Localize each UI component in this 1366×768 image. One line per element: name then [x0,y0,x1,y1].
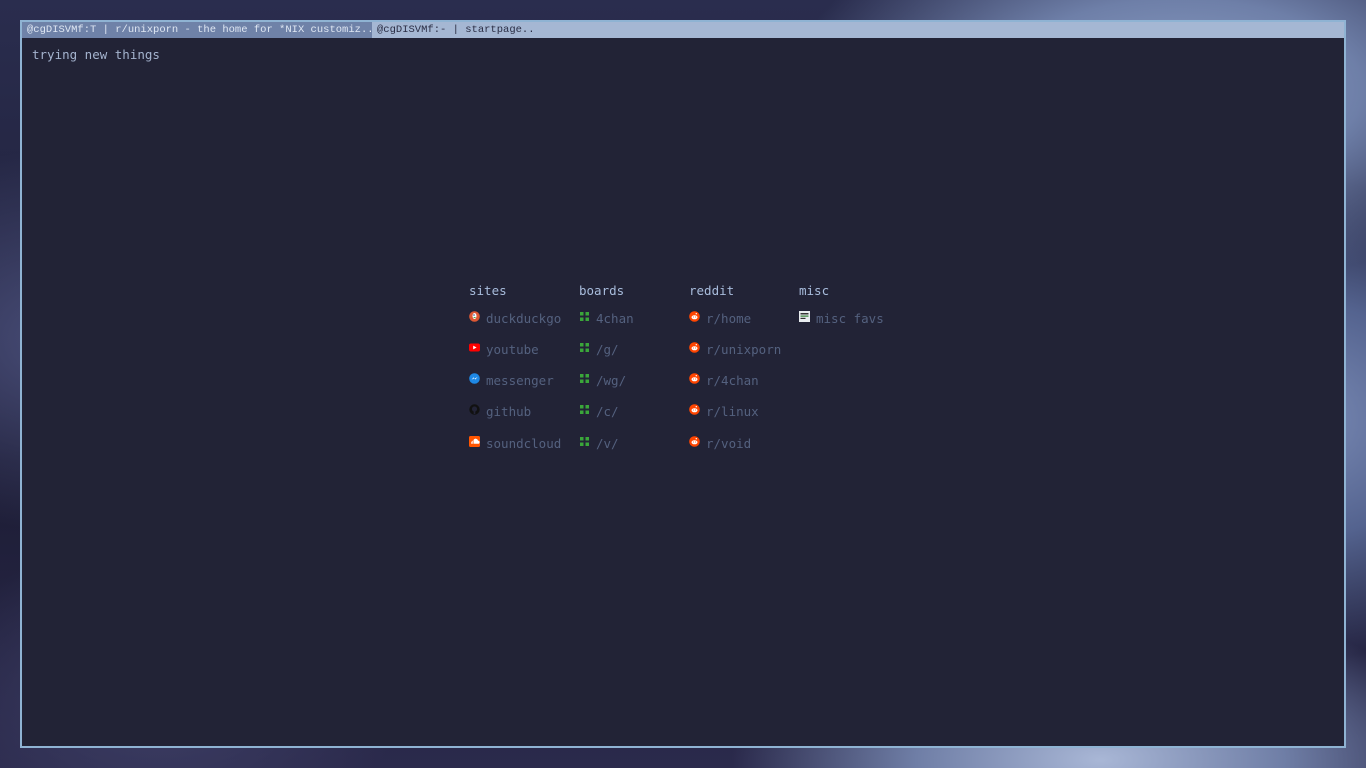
column-title: boards [579,283,625,298]
startpage: trying new things sites duckduckgo youtu… [22,38,1344,746]
link-board-wg[interactable]: /wg/ [579,373,689,389]
link-label: /g/ [596,341,619,357]
github-icon [469,404,480,416]
link-label: r/4chan [706,373,759,389]
clover-icon [579,342,590,353]
link-r-4chan[interactable]: r/4chan [689,373,799,389]
link-label: /c/ [596,404,619,420]
link-r-unixporn[interactable]: r/unixporn [689,341,799,357]
link-duckduckgo[interactable]: duckduckgo [469,310,579,326]
reddit-icon [689,373,700,384]
link-label: soundcloud [486,435,562,451]
link-4chan[interactable]: 4chan [579,310,689,326]
soundcloud-icon [469,435,480,447]
messenger-icon [469,373,480,384]
link-label: r/linux [706,404,759,420]
tab-unixporn[interactable]: @cgDISVMf:T | r/unixporn - the home for … [22,22,372,38]
column-reddit: reddit r/home r/unixporn r/4chan r/linux… [689,283,799,466]
link-label: youtube [486,341,539,357]
link-label: misc favs [816,310,884,326]
link-github[interactable]: github [469,404,579,420]
link-label: messenger [486,373,554,389]
link-youtube[interactable]: youtube [469,341,579,357]
reddit-icon [689,341,700,353]
link-board-g[interactable]: /g/ [579,341,689,357]
column-boards: boards 4chan /g/ /wg/ /c/ /v/ [579,283,689,466]
link-r-void[interactable]: r/void [689,435,799,451]
link-messenger[interactable]: messenger [469,373,579,389]
header-note: trying new things [32,47,160,62]
link-label: r/void [706,435,752,451]
link-label: /wg/ [596,373,627,389]
browser-window: @cgDISVMf:T | r/unixporn - the home for … [20,20,1346,748]
column-misc: misc misc favs [799,283,909,466]
link-columns: sites duckduckgo youtube messenger githu… [469,283,909,466]
column-title: misc [799,283,830,298]
link-label: r/home [706,310,752,326]
column-title: sites [469,283,507,298]
youtube-icon [469,342,480,353]
link-board-v[interactable]: /v/ [579,435,689,451]
link-r-home[interactable]: r/home [689,310,799,326]
link-r-linux[interactable]: r/linux [689,404,799,420]
column-sites: sites duckduckgo youtube messenger githu… [469,283,579,466]
link-board-c[interactable]: /c/ [579,404,689,420]
tab-bar: @cgDISVMf:T | r/unixporn - the home for … [22,22,1344,38]
clover-icon [579,311,590,322]
link-label: r/unixporn [706,341,782,357]
duckduckgo-icon [469,310,480,322]
link-label: github [486,404,532,420]
favicon-icon [799,310,810,322]
clover-icon [579,436,590,447]
clover-icon [579,373,590,384]
link-label: duckduckgo [486,310,562,326]
reddit-icon [689,435,700,447]
reddit-icon [689,310,700,322]
link-label: /v/ [596,435,619,451]
link-soundcloud[interactable]: soundcloud [469,435,579,451]
tab-startpage[interactable]: @cgDISVMf:- | startpage.. [372,22,1344,38]
reddit-icon [689,404,700,416]
column-title: reddit [689,283,735,298]
link-misc-favs[interactable]: misc favs [799,310,909,326]
clover-icon [579,404,590,415]
link-label: 4chan [596,310,634,326]
